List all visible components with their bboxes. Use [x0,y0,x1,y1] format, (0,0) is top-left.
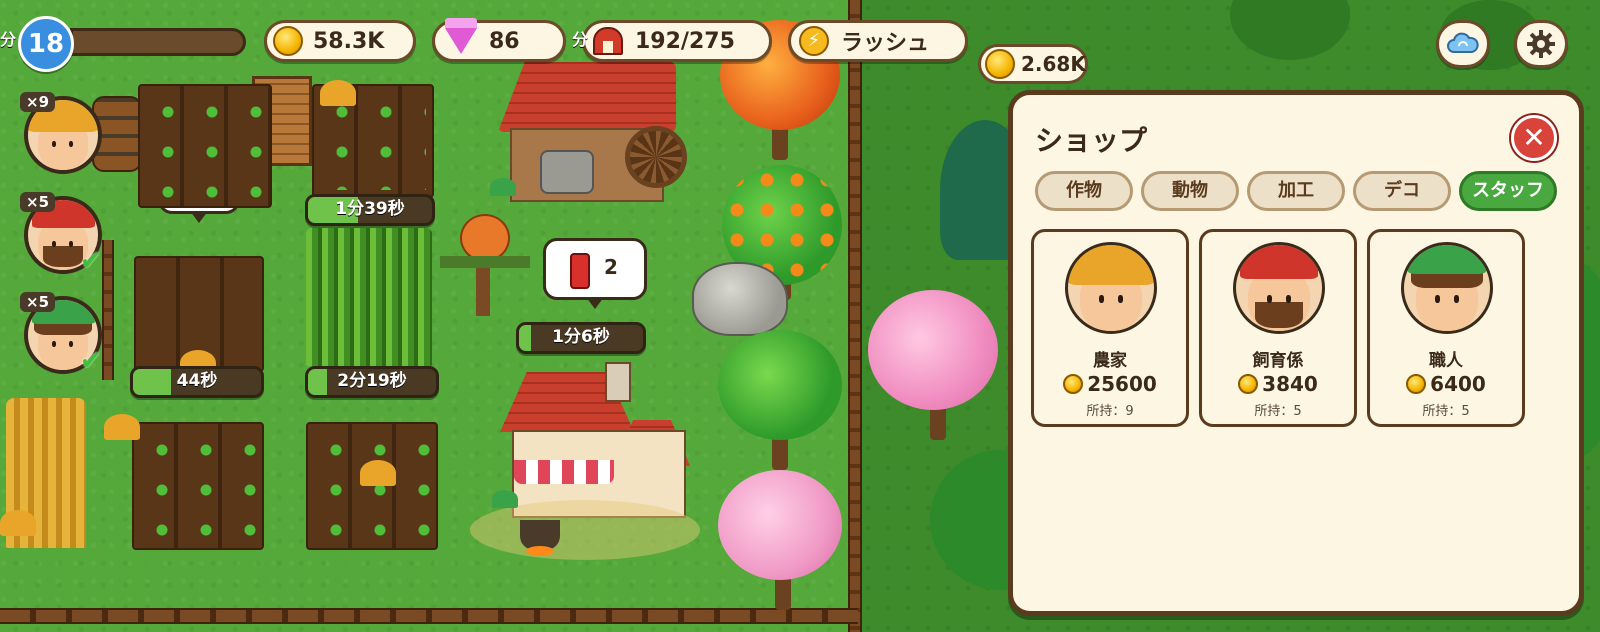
tab-staff[interactable]: スタッフ [1459,171,1557,211]
chimney [605,362,631,402]
shop-item-farmer[interactable]: 農家 25600 所持：9 [1031,229,1189,427]
rock [692,262,788,336]
fence-bottom [0,608,858,624]
barn-capacity-text: 192/275 [635,28,735,54]
crop-plot[interactable] [306,422,438,550]
price-value: 6400 [1430,372,1486,396]
level-badge[interactable]: 18 [18,16,74,72]
item-name: 職人 [1429,351,1463,371]
shop-title: ショップ [1035,124,1148,157]
worker-artisan [492,490,518,508]
shop-item-keeper[interactable]: 飼育係 3840 所持：5 [1199,229,1357,427]
price-value: 25600 [1087,372,1157,396]
cherry-tree [718,470,842,580]
coin-icon [1406,374,1427,394]
keeper-portrait [1233,242,1325,334]
fence-post-left [102,240,114,380]
coin-icon [1238,374,1259,394]
campfire [526,546,554,556]
item-name: 飼育係 [1252,351,1304,371]
edge-timer-text: 分 [572,30,589,49]
mill-roof[interactable] [498,62,676,132]
coin-icon [985,49,1015,79]
green-tree [718,330,842,440]
ketchup-bottle-icon [570,253,590,289]
owned-count: 所持：9 [1086,404,1134,419]
barn-icon [593,27,623,55]
coin-icon [273,26,303,56]
crop-timer: 2分19秒 [305,366,439,398]
crop-plot-corn[interactable] [306,228,432,366]
floating-coin-pickup[interactable]: 2.68K [978,44,1088,84]
price-value: 3840 [1262,372,1318,396]
shop-panel: ショップ ✕ 作物 動物 加工 デコ スタッフ 農家 25600 所持：9 飼育… [1008,90,1584,616]
farmer-portrait [1065,242,1157,334]
game-scene: 2 1分39秒 1分6秒 44秒 2分19秒 分 分 ×9 ×5 ✔ ×5 ✔ … [0,0,1600,632]
checkmark-icon: ✔ [80,346,102,376]
shop-yard [470,500,700,560]
worker-farmer [0,510,36,536]
settings-button[interactable] [1514,20,1568,68]
barn-capacity[interactable]: 192/275 [582,20,772,62]
coin-amount: 58.3K [313,28,385,54]
stopwatch-bolt-icon: ⚡ [799,26,829,56]
product-bubble[interactable]: 2 [543,238,647,309]
coin-counter[interactable]: 58.3K [264,20,416,62]
crop-plot[interactable] [138,84,272,208]
production-timer: 1分6秒 [516,322,646,354]
scarecrow-arms [440,256,530,268]
item-name: 農家 [1093,351,1127,371]
owned-count: 所持：5 [1254,404,1302,419]
rush-button[interactable]: ⚡ ラッシュ [788,20,968,62]
close-button[interactable]: ✕ [1511,115,1557,161]
water-wheel [625,126,687,188]
worker-artisan [490,178,516,196]
gem-amount: 86 [489,28,520,54]
item-price: 25600 [1034,372,1186,396]
item-price: 6400 [1370,372,1522,396]
product-count: 2 [604,255,618,279]
close-icon: ✕ [1522,121,1546,154]
pumpkin-head [460,214,510,262]
cloud-sync-icon [1447,32,1479,53]
rush-label: ラッシュ [841,31,930,56]
crop-timer: 1分39秒 [305,194,435,226]
worker-farmer [320,80,356,106]
crop-timer: 44秒 [130,366,264,398]
staff-count: ×9 [20,92,56,112]
xp-bar [70,28,246,56]
staff-count: ×5 [20,292,56,312]
millstone [540,150,594,194]
cloud-sync-button[interactable] [1436,20,1490,68]
tab-crops[interactable]: 作物 [1035,171,1133,211]
tab-processing[interactable]: 加工 [1247,171,1345,211]
shop-item-artisan[interactable]: 職人 6400 所持：5 [1367,229,1525,427]
tab-decor[interactable]: デコ [1353,171,1451,211]
staff-count: ×5 [20,192,56,212]
artisan-portrait [1401,242,1493,334]
coin-icon [1063,374,1084,394]
fence-vertical [848,0,862,632]
item-price: 3840 [1202,372,1354,396]
owned-count: 所持：5 [1422,404,1470,419]
shop-awning [514,460,614,484]
cherry-tree [868,290,998,410]
tab-animals[interactable]: 動物 [1141,171,1239,211]
gear-icon [1527,30,1555,58]
floating-coin-amount: 2.68K [1021,52,1086,76]
crop-plot[interactable] [132,422,264,550]
shop-items: 農家 25600 所持：9 飼育係 3840 所持：5 職人 6400 所持：5 [1031,229,1525,427]
worker-farmer [360,460,396,486]
gem-icon [445,18,477,54]
checkmark-icon: ✔ [80,246,102,276]
shop-tabs: 作物 動物 加工 デコ スタッフ [1035,171,1557,211]
worker-farmer [104,414,140,440]
edge-timer-text: 分 [0,30,17,49]
gem-counter[interactable]: 86 [432,18,566,62]
